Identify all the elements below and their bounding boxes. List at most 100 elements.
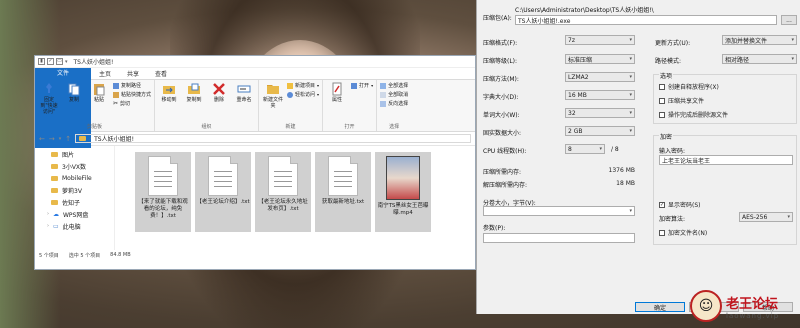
path-mode-select[interactable]: 相对路径 ▾ — [722, 54, 797, 64]
dict-label: 字典大小(D): — [483, 94, 519, 101]
nav-item-pictures[interactable]: 图片 — [41, 148, 114, 160]
chevron-down-icon: ▾ — [791, 37, 794, 43]
tab-view[interactable]: 查看 — [147, 68, 175, 79]
nav-item-mobilefile[interactable]: MobileFile — [41, 172, 114, 184]
copy-button[interactable]: 复制 — [63, 82, 85, 103]
checkbox-icon[interactable]: ✓ — [47, 58, 54, 65]
folder-icon[interactable]: ▭ — [56, 58, 63, 65]
format-label: 压缩格式(F): — [483, 40, 518, 47]
paste-shortcut-button[interactable]: 粘贴快捷方式 — [113, 91, 151, 98]
add-to-archive-dialog: 压缩包(A): C:\Users\Administrator\Desktop\T… — [476, 0, 800, 314]
easy-access-button[interactable]: 轻松访问 ▾ — [287, 91, 319, 98]
watermark-url: laowang.vip — [726, 311, 780, 320]
properties-button[interactable]: 属性 — [326, 82, 348, 103]
show-password-checkbox[interactable]: ✓ 显示密码(S) — [659, 200, 701, 209]
recent-chevron-icon[interactable]: ▾ — [59, 136, 62, 142]
file-item[interactable]: 南宁TS黑丝女王芭曝曝.mp4 — [375, 152, 431, 232]
folder-icon — [51, 187, 58, 193]
forward-arrow-icon[interactable]: → — [49, 135, 55, 143]
shared-files-checkbox[interactable]: 压缩共享文件 — [659, 96, 704, 105]
dict-select[interactable]: 16 MB ▾ — [565, 90, 635, 100]
update-select[interactable]: 添加并替换文件 ▾ — [722, 35, 797, 45]
archive-name-input[interactable]: TS人妖小姐姐!.exe — [515, 15, 777, 25]
text-file-icon — [148, 156, 178, 196]
delete-x-icon — [213, 83, 225, 95]
params-label: 参数(P): — [483, 225, 506, 232]
new-folder-button[interactable]: 新建文件夹 — [262, 82, 284, 109]
window-title: TS人妖小姐姐! — [73, 59, 114, 66]
watermark-title: 老王论坛 — [726, 296, 779, 312]
select-all-icon — [380, 82, 387, 89]
method-select[interactable]: LZMA2 ▾ — [565, 72, 635, 82]
nav-item-folder[interactable]: 萝莉3V — [41, 184, 114, 196]
open-button[interactable]: 打开 ▾ — [351, 82, 373, 89]
word-select[interactable]: 32 ▾ — [565, 108, 635, 118]
file-explorer-window: ▮ ✓ ▭ ▾ TS人妖小姐姐! 文件 主页 共享 查看 固定到"快速访问" 复… — [34, 55, 476, 270]
back-arrow-icon[interactable]: ← — [39, 135, 45, 143]
file-item[interactable]: 【来了就能下载和观看的论坛，纯免费！】.txt — [135, 152, 191, 232]
watermark-logo: ☺ 老王论坛 laowang.vip — [690, 284, 800, 328]
paste-icon — [94, 84, 105, 96]
nav-item-wps-cloud[interactable]: › ☁ WPS网盘 — [41, 208, 114, 220]
encrypt-names-checkbox[interactable]: 加密文件名(N) — [659, 228, 707, 237]
folder-icon — [51, 163, 58, 169]
address-path: TS人妖小姐姐! — [94, 136, 135, 143]
nav-item-folder[interactable]: 3小VX数 — [41, 160, 114, 172]
copy-to-button[interactable]: 复制到 — [183, 82, 205, 103]
cut-button[interactable]: ✂ 剪切 — [113, 100, 151, 107]
copy-path-button[interactable]: 复制路径 — [113, 82, 151, 89]
up-arrow-icon[interactable]: ↑ — [65, 135, 71, 143]
delete-after-checkbox[interactable]: 操作完成后删除源文件 — [659, 110, 728, 119]
chevron-down-icon: ▾ — [787, 214, 790, 220]
nav-item-this-pc[interactable]: › ▭ 此电脑 — [41, 220, 114, 232]
mem-compress-value: 1376 MB — [608, 167, 635, 174]
chevron-down-icon: ▾ — [599, 146, 602, 152]
solid-label: 固实数据大小: — [483, 130, 522, 137]
browse-button[interactable]: ... — [781, 15, 797, 25]
solid-select[interactable]: 2 GB ▾ — [565, 126, 635, 136]
encryption-method-select[interactable]: AES-256 ▾ — [739, 212, 793, 222]
text-file-icon — [328, 156, 358, 196]
file-item[interactable]: 【老王论坛介绍】.txt — [195, 152, 251, 232]
tab-share[interactable]: 共享 — [119, 68, 147, 79]
file-item[interactable]: 获取最新地址.txt — [315, 152, 371, 232]
new-item-button[interactable]: 新建项目 ▾ — [287, 82, 319, 89]
ok-button[interactable]: 确定 — [635, 302, 685, 312]
address-field[interactable]: › TS人妖小姐姐! — [75, 134, 471, 143]
cpu-select[interactable]: 8 ▾ — [565, 144, 605, 154]
pin-icon — [46, 83, 52, 93]
folder-icon — [51, 175, 58, 181]
chevron-down-icon: ▾ — [629, 74, 632, 80]
method-label: 压缩方法(M): — [483, 76, 519, 83]
new-item-icon — [287, 82, 294, 89]
navigation-pane: 图片 3小VX数 MobileFile 萝莉3V 佐知子 › ☁ WPS网盘 › ▭ 此… — [35, 146, 115, 250]
dropdown-icon[interactable]: ▾ — [65, 59, 68, 65]
file-item[interactable]: 【老王论坛永久地址发布页】.txt — [255, 152, 311, 232]
pin-quick-access-button[interactable]: 固定到"快速访问" — [38, 82, 60, 115]
rename-button[interactable]: 重命名 — [233, 82, 255, 103]
select-none-button[interactable]: 全部取消 — [380, 91, 408, 98]
text-file-icon — [208, 156, 238, 196]
level-select[interactable]: 标准压缩 ▾ — [565, 54, 635, 64]
sfx-checkbox[interactable]: 创建自释放程序(X) — [659, 82, 719, 91]
clipboard-group: 固定到"快速访问" 复制 粘贴 复制路径 粘贴快捷方式 ✂ 剪切 剪贴板 — [35, 80, 156, 131]
nav-item-folder[interactable]: 佐知子 — [41, 196, 114, 208]
tab-home[interactable]: 主页 — [91, 68, 119, 79]
move-to-button[interactable]: 移动到 — [158, 82, 180, 103]
shortcut-icon — [113, 91, 119, 98]
paste-button[interactable]: 粘贴 — [88, 82, 110, 103]
invert-selection-icon — [380, 100, 387, 107]
params-input[interactable] — [483, 233, 635, 243]
select-all-button[interactable]: 全部选择 — [380, 82, 408, 89]
update-label: 更新方式(U): — [655, 40, 691, 47]
invert-selection-button[interactable]: 反向选择 — [380, 100, 408, 107]
delete-button[interactable]: 删除 — [208, 82, 230, 103]
password-input[interactable]: 上老王论坛当老王 — [659, 155, 793, 165]
chevron-down-icon: ▾ — [629, 56, 632, 62]
format-select[interactable]: 7z ▾ — [565, 35, 635, 45]
split-select[interactable]: ▾ — [483, 206, 635, 216]
folder-icon — [51, 199, 58, 205]
quick-access-icon[interactable]: ▮ — [38, 58, 45, 65]
computer-icon: ▭ — [53, 222, 59, 230]
ribbon-tabs: 文件 主页 共享 查看 — [35, 68, 475, 148]
